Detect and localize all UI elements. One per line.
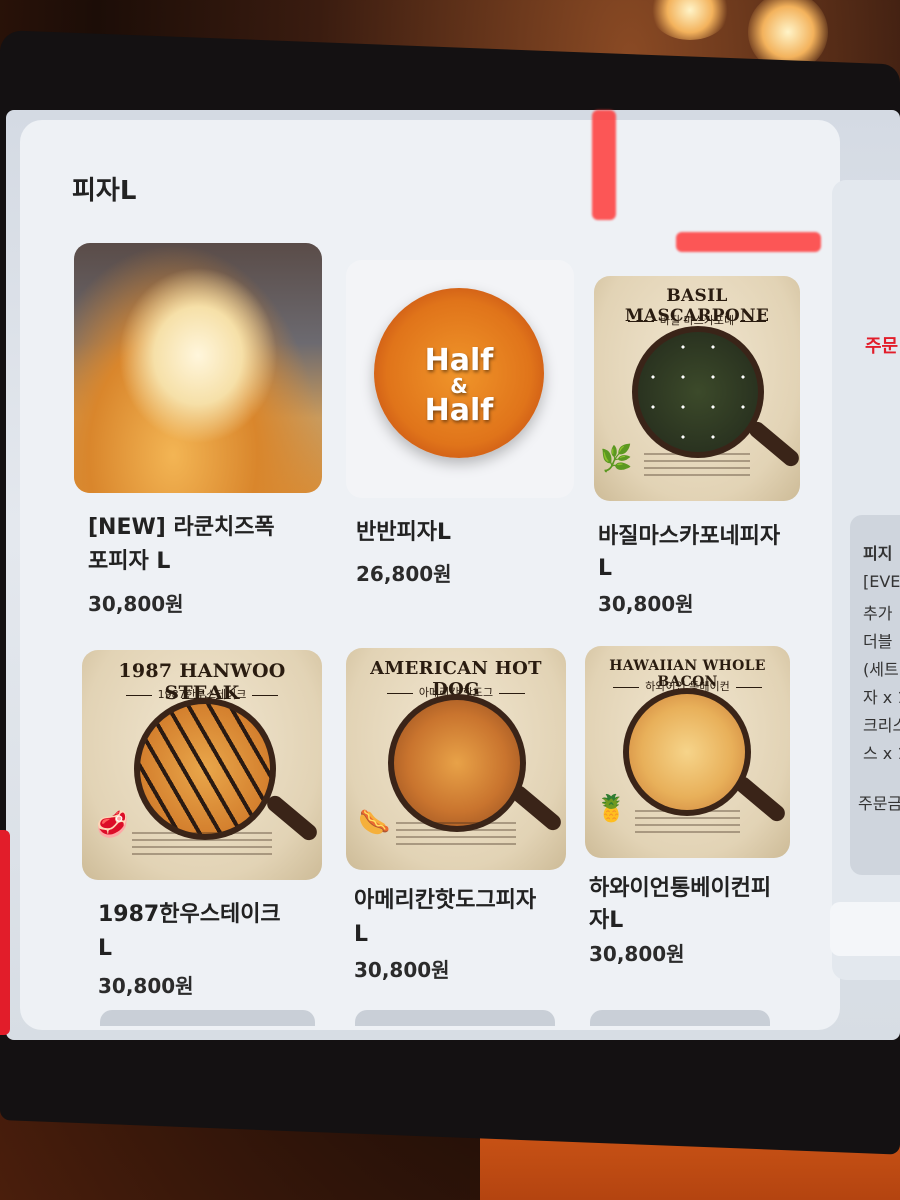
menu-item-image: BASIL MASCARPONE 바질 마스카포네 🌿 xyxy=(594,276,800,501)
screen-reflection xyxy=(676,232,821,252)
menu-item-name: 하와이언통베이컨피 xyxy=(589,876,772,901)
order-item-detail: 더블 xyxy=(863,632,893,651)
order-item-detail: 자 x 1 xyxy=(863,688,900,707)
category-indicator xyxy=(0,830,10,1035)
menu-item-raccoon-cheese-pizza[interactable]: [NEW] 라쿤치즈폭 포피자 L 30,800원 xyxy=(74,243,324,623)
pizza-photo xyxy=(638,332,758,452)
menu-item-price: 30,800원 xyxy=(589,942,685,966)
menu-item-price: 30,800원 xyxy=(98,974,194,998)
hotdog-icon: 🌭 xyxy=(358,808,391,838)
menu-item-price: 26,800원 xyxy=(356,562,452,586)
screen-reflection xyxy=(592,110,616,220)
menu-item-name: 반반피자L xyxy=(356,520,451,545)
menu-item-name: 1987한우스테이크 xyxy=(98,902,281,927)
next-row-card[interactable] xyxy=(590,1010,770,1026)
menu-item-image: AMERICAN HOT DOG 아메리칸 핫도그 🌭 xyxy=(346,648,566,870)
menu-item-price: 30,800원 xyxy=(88,592,184,616)
menu-item-name: [NEW] 라쿤치즈폭 xyxy=(88,515,275,540)
menu-item-name: 바질마스카포네피자 xyxy=(598,524,781,549)
pineapple-icon: 🍍 xyxy=(595,794,628,824)
next-row-card[interactable] xyxy=(355,1010,555,1026)
menu-item-hawaiian-bacon-pizza[interactable]: HAWAIIAN WHOLE BACON 하와이언 통베이컨 🍍 하와이언통베이… xyxy=(585,646,795,976)
steak-icon: 🥩 xyxy=(96,810,129,840)
menu-item-name: L xyxy=(598,556,613,581)
menu-item-half-half-pizza[interactable]: Half & Half 반반피자L 26,800원 xyxy=(346,260,576,600)
order-item-title: 피지 xyxy=(863,544,893,563)
menu-item-price: 30,800원 xyxy=(354,958,450,982)
menu-item-name: L xyxy=(354,922,369,947)
menu-item-image: HAWAIIAN WHOLE BACON 하와이언 통베이컨 🍍 xyxy=(585,646,790,858)
menu-item-hanwoo-steak-pizza[interactable]: 1987 HANWOO STEAK 1987한우스테이크 🥩 1987한우스테이… xyxy=(82,650,327,1000)
pizza-photo: Half & Half xyxy=(374,288,544,458)
pizza-photo xyxy=(629,694,745,810)
order-title: 주문 xyxy=(865,336,899,357)
menu-item-price: 30,800원 xyxy=(598,592,694,616)
menu-item-name: 자L xyxy=(589,908,624,933)
order-item-detail: 크리스 xyxy=(863,716,900,735)
pizza-photo xyxy=(394,700,520,826)
ceiling-light xyxy=(650,0,730,40)
order-total-label: 주문금 xyxy=(858,794,900,813)
section-title: 피자L xyxy=(72,176,137,206)
menu-item-name: 아메리칸핫도그피자 xyxy=(354,888,537,913)
menu-item-image: 1987 HANWOO STEAK 1987한우스테이크 🥩 xyxy=(82,650,322,880)
menu-item-image: Half & Half xyxy=(346,260,574,498)
menu-item-name: L xyxy=(98,936,113,961)
menu-item-image xyxy=(74,243,322,493)
menu-item-name: 포피자 L xyxy=(88,549,171,574)
order-item-detail: 추가 xyxy=(863,604,893,623)
basil-icon: 🌿 xyxy=(600,444,633,474)
order-button[interactable] xyxy=(830,902,900,956)
pizza-photo xyxy=(140,704,270,834)
order-item-detail: [EVE xyxy=(863,572,900,591)
order-item-detail: (세트 xyxy=(863,660,899,679)
menu-item-basil-mascarpone-pizza[interactable]: BASIL MASCARPONE 바질 마스카포네 🌿 바질마스카포네피자 L … xyxy=(594,276,804,616)
next-row-card[interactable] xyxy=(100,1010,315,1026)
menu-item-american-hotdog-pizza[interactable]: AMERICAN HOT DOG 아메리칸 핫도그 🌭 아메리칸핫도그피자 L … xyxy=(346,648,571,988)
order-item-detail: 스 x 1 xyxy=(863,744,900,763)
